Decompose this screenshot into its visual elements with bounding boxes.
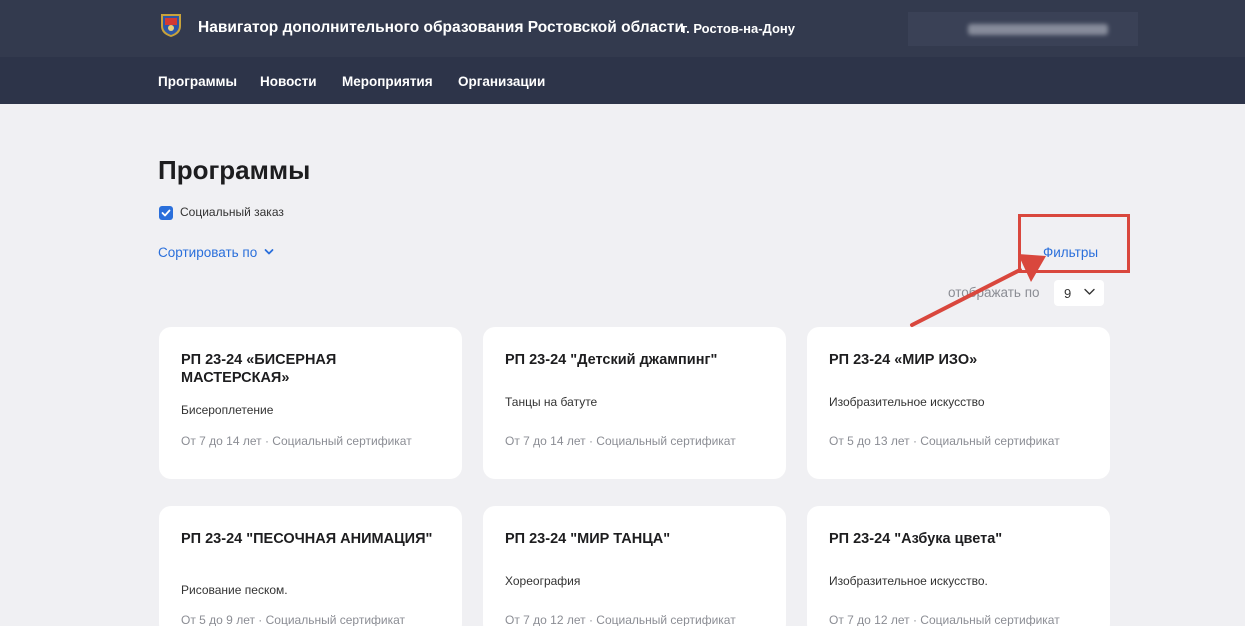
site-title[interactable]: Навигатор дополнительного образования Ро… xyxy=(198,19,684,37)
chevron-down-icon xyxy=(264,249,274,255)
user-account[interactable] xyxy=(908,12,1138,46)
program-card[interactable]: РП 23-24 "Азбука цвета" Изобразительное … xyxy=(807,506,1110,626)
program-meta: От 7 до 14 лет · Социальный сертификат xyxy=(505,434,736,448)
program-title: РП 23-24 "ПЕСОЧНАЯ АНИМАЦИЯ" xyxy=(181,531,433,547)
program-card[interactable]: РП 23-24 «МИР ИЗО» Изобразительное искус… xyxy=(807,327,1110,479)
program-category: Хореография xyxy=(505,574,581,588)
program-category: Танцы на батуте xyxy=(505,395,598,409)
program-title: РП 23-24 "Детский джампинг" xyxy=(505,352,718,368)
program-meta: От 7 до 14 лет · Социальный сертификат xyxy=(181,434,412,448)
per-page-value: 9 xyxy=(1064,286,1072,301)
program-title: РП 23-24 «МИР ИЗО» xyxy=(829,352,978,368)
per-page-select[interactable]: 9 xyxy=(1054,280,1104,306)
program-card[interactable]: РП 23-24 "Детский джампинг" Танцы на бат… xyxy=(483,327,786,479)
program-meta: От 5 до 13 лет · Социальный сертификат xyxy=(829,434,1060,448)
page-title: Программы xyxy=(158,155,311,185)
nav-item-events[interactable]: Мероприятия xyxy=(342,74,433,89)
program-category: Бисероплетение xyxy=(181,403,274,417)
blurred-username xyxy=(968,24,1108,35)
sort-dropdown[interactable]: Сортировать по xyxy=(158,245,274,260)
city-selector[interactable]: г. Ростов-на-Дону xyxy=(682,21,795,36)
per-page-label: отображать по xyxy=(948,285,1040,300)
social-order-label[interactable]: Социальный заказ xyxy=(180,205,284,219)
program-title: РП 23-24 "Азбука цвета" xyxy=(829,531,1003,547)
program-meta: От 5 до 9 лет · Социальный сертификат xyxy=(181,613,406,626)
site-header: Навигатор дополнительного образования Ро… xyxy=(0,0,1245,57)
program-title: РП 23-24 «БИСЕРНАЯ МАСТЕРСКАЯ» xyxy=(181,352,337,386)
program-card[interactable]: РП 23-24 "ПЕСОЧНАЯ АНИМАЦИЯ" Рисование п… xyxy=(159,506,462,626)
program-card[interactable]: РП 23-24 «БИСЕРНАЯ МАСТЕРСКАЯ» Бисеропле… xyxy=(159,327,462,479)
nav-item-organizations[interactable]: Организации xyxy=(458,74,545,89)
checkmark-icon xyxy=(161,209,171,217)
program-meta: От 7 до 12 лет · Социальный сертификат xyxy=(505,613,736,626)
region-emblem-icon[interactable] xyxy=(160,12,182,38)
program-card[interactable]: РП 23-24 "МИР ТАНЦА" Хореография От 7 до… xyxy=(483,506,786,626)
program-title: РП 23-24 "МИР ТАНЦА" xyxy=(505,531,671,547)
program-category: Рисование песком. xyxy=(181,583,288,597)
program-category: Изобразительное искусство. xyxy=(829,574,988,588)
annotation-highlight-box xyxy=(1018,214,1130,273)
program-category: Изобразительное искусство xyxy=(829,395,985,409)
filters-button[interactable]: Фильтры xyxy=(1043,245,1098,260)
chevron-down-icon xyxy=(1084,288,1095,295)
nav-item-news[interactable]: Новости xyxy=(260,74,317,89)
nav-item-programs[interactable]: Программы xyxy=(158,74,237,89)
sort-label: Сортировать по xyxy=(158,245,258,260)
program-meta: От 7 до 12 лет · Социальный сертификат xyxy=(829,613,1060,626)
social-order-checkbox[interactable] xyxy=(159,206,173,220)
